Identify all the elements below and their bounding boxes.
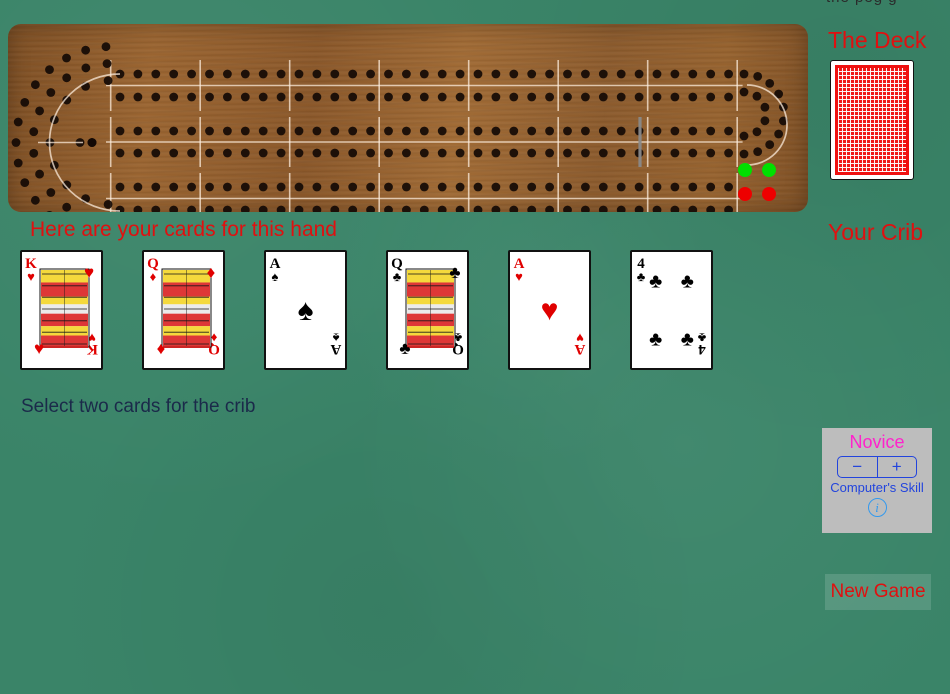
instruction-text: Select two cards for the crib xyxy=(21,396,256,417)
svg-text:♣: ♣ xyxy=(697,330,706,345)
deck-card[interactable] xyxy=(830,60,914,180)
computer-skill-panel: Novice − + Computer's Skill i xyxy=(822,428,932,533)
svg-text:♠: ♠ xyxy=(332,330,339,345)
svg-text:♥: ♥ xyxy=(27,269,35,284)
card-face-queen-of-diamonds: Q♦Q♦♦♦ xyxy=(147,256,220,358)
svg-text:♥: ♥ xyxy=(541,294,559,327)
svg-text:♣: ♣ xyxy=(649,271,662,293)
hand-title: Here are your cards for this hand xyxy=(30,218,337,241)
skill-stepper: − + xyxy=(837,455,917,478)
skill-level-label: Novice xyxy=(849,432,905,452)
svg-text:♥: ♥ xyxy=(576,330,584,345)
hand-card-king-of-hearts[interactable]: K ♥ K ♥ ♥ ♥ xyxy=(20,250,103,370)
card-face-queen-of-clubs: Q♣Q♣♣♣ xyxy=(391,256,464,358)
hand-card-ace-of-spades[interactable]: A ♠ A ♠ ♠ xyxy=(264,250,347,370)
svg-text:♦: ♦ xyxy=(150,269,157,284)
svg-text:♣: ♣ xyxy=(399,339,410,358)
svg-text:♣: ♣ xyxy=(393,269,402,284)
svg-text:♣: ♣ xyxy=(649,329,662,351)
card-face-ace-of-hearts: A♥A♥♥ xyxy=(514,256,586,357)
cribbage-board[interactable] xyxy=(8,24,808,212)
crib-label: Your Crib xyxy=(828,219,924,245)
card-face-four-of-clubs: 4♣4♣♣ ♣♣ ♣ xyxy=(637,256,707,357)
hand-card-four-of-clubs[interactable]: 4 ♣ 4 ♣ ♣ ♣ ♣ ♣ xyxy=(630,250,713,370)
clipped-top-text: the peg g xyxy=(826,0,898,6)
svg-text:♥: ♥ xyxy=(34,339,44,358)
deck-label: The Deck xyxy=(828,27,927,53)
new-game-button[interactable]: New Game xyxy=(825,574,931,610)
svg-text:♣: ♣ xyxy=(681,271,694,293)
card-back-pattern xyxy=(835,65,909,175)
info-icon[interactable]: i xyxy=(867,497,887,517)
hand-card-queen-of-diamonds[interactable]: Q ♦ Q ♦ ♦ ♦ xyxy=(142,250,225,370)
card-face-king-of-hearts: K♥K♥♥♥ xyxy=(25,256,98,358)
svg-text:♥: ♥ xyxy=(515,269,523,284)
svg-text:♣: ♣ xyxy=(637,269,646,284)
hand-card-queen-of-clubs[interactable]: Q ♣ Q ♣ ♣ ♣ xyxy=(386,250,469,370)
hand-card-ace-of-hearts[interactable]: A ♥ A ♥ ♥ xyxy=(508,250,591,370)
svg-text:♣: ♣ xyxy=(449,263,460,282)
skill-caption: Computer's Skill xyxy=(830,479,924,495)
svg-text:♥: ♥ xyxy=(84,263,94,282)
svg-text:♦: ♦ xyxy=(207,263,216,282)
svg-text:♠: ♠ xyxy=(272,269,279,284)
skill-decrease-button[interactable]: − xyxy=(838,456,878,477)
svg-text:♠: ♠ xyxy=(298,294,314,327)
svg-text:♣: ♣ xyxy=(681,329,694,351)
svg-text:♦: ♦ xyxy=(157,339,166,358)
card-face-ace-of-spades: A♠A♠♠ xyxy=(270,256,342,357)
board-holes-graphic xyxy=(11,42,788,212)
skill-increase-button[interactable]: + xyxy=(878,457,917,477)
